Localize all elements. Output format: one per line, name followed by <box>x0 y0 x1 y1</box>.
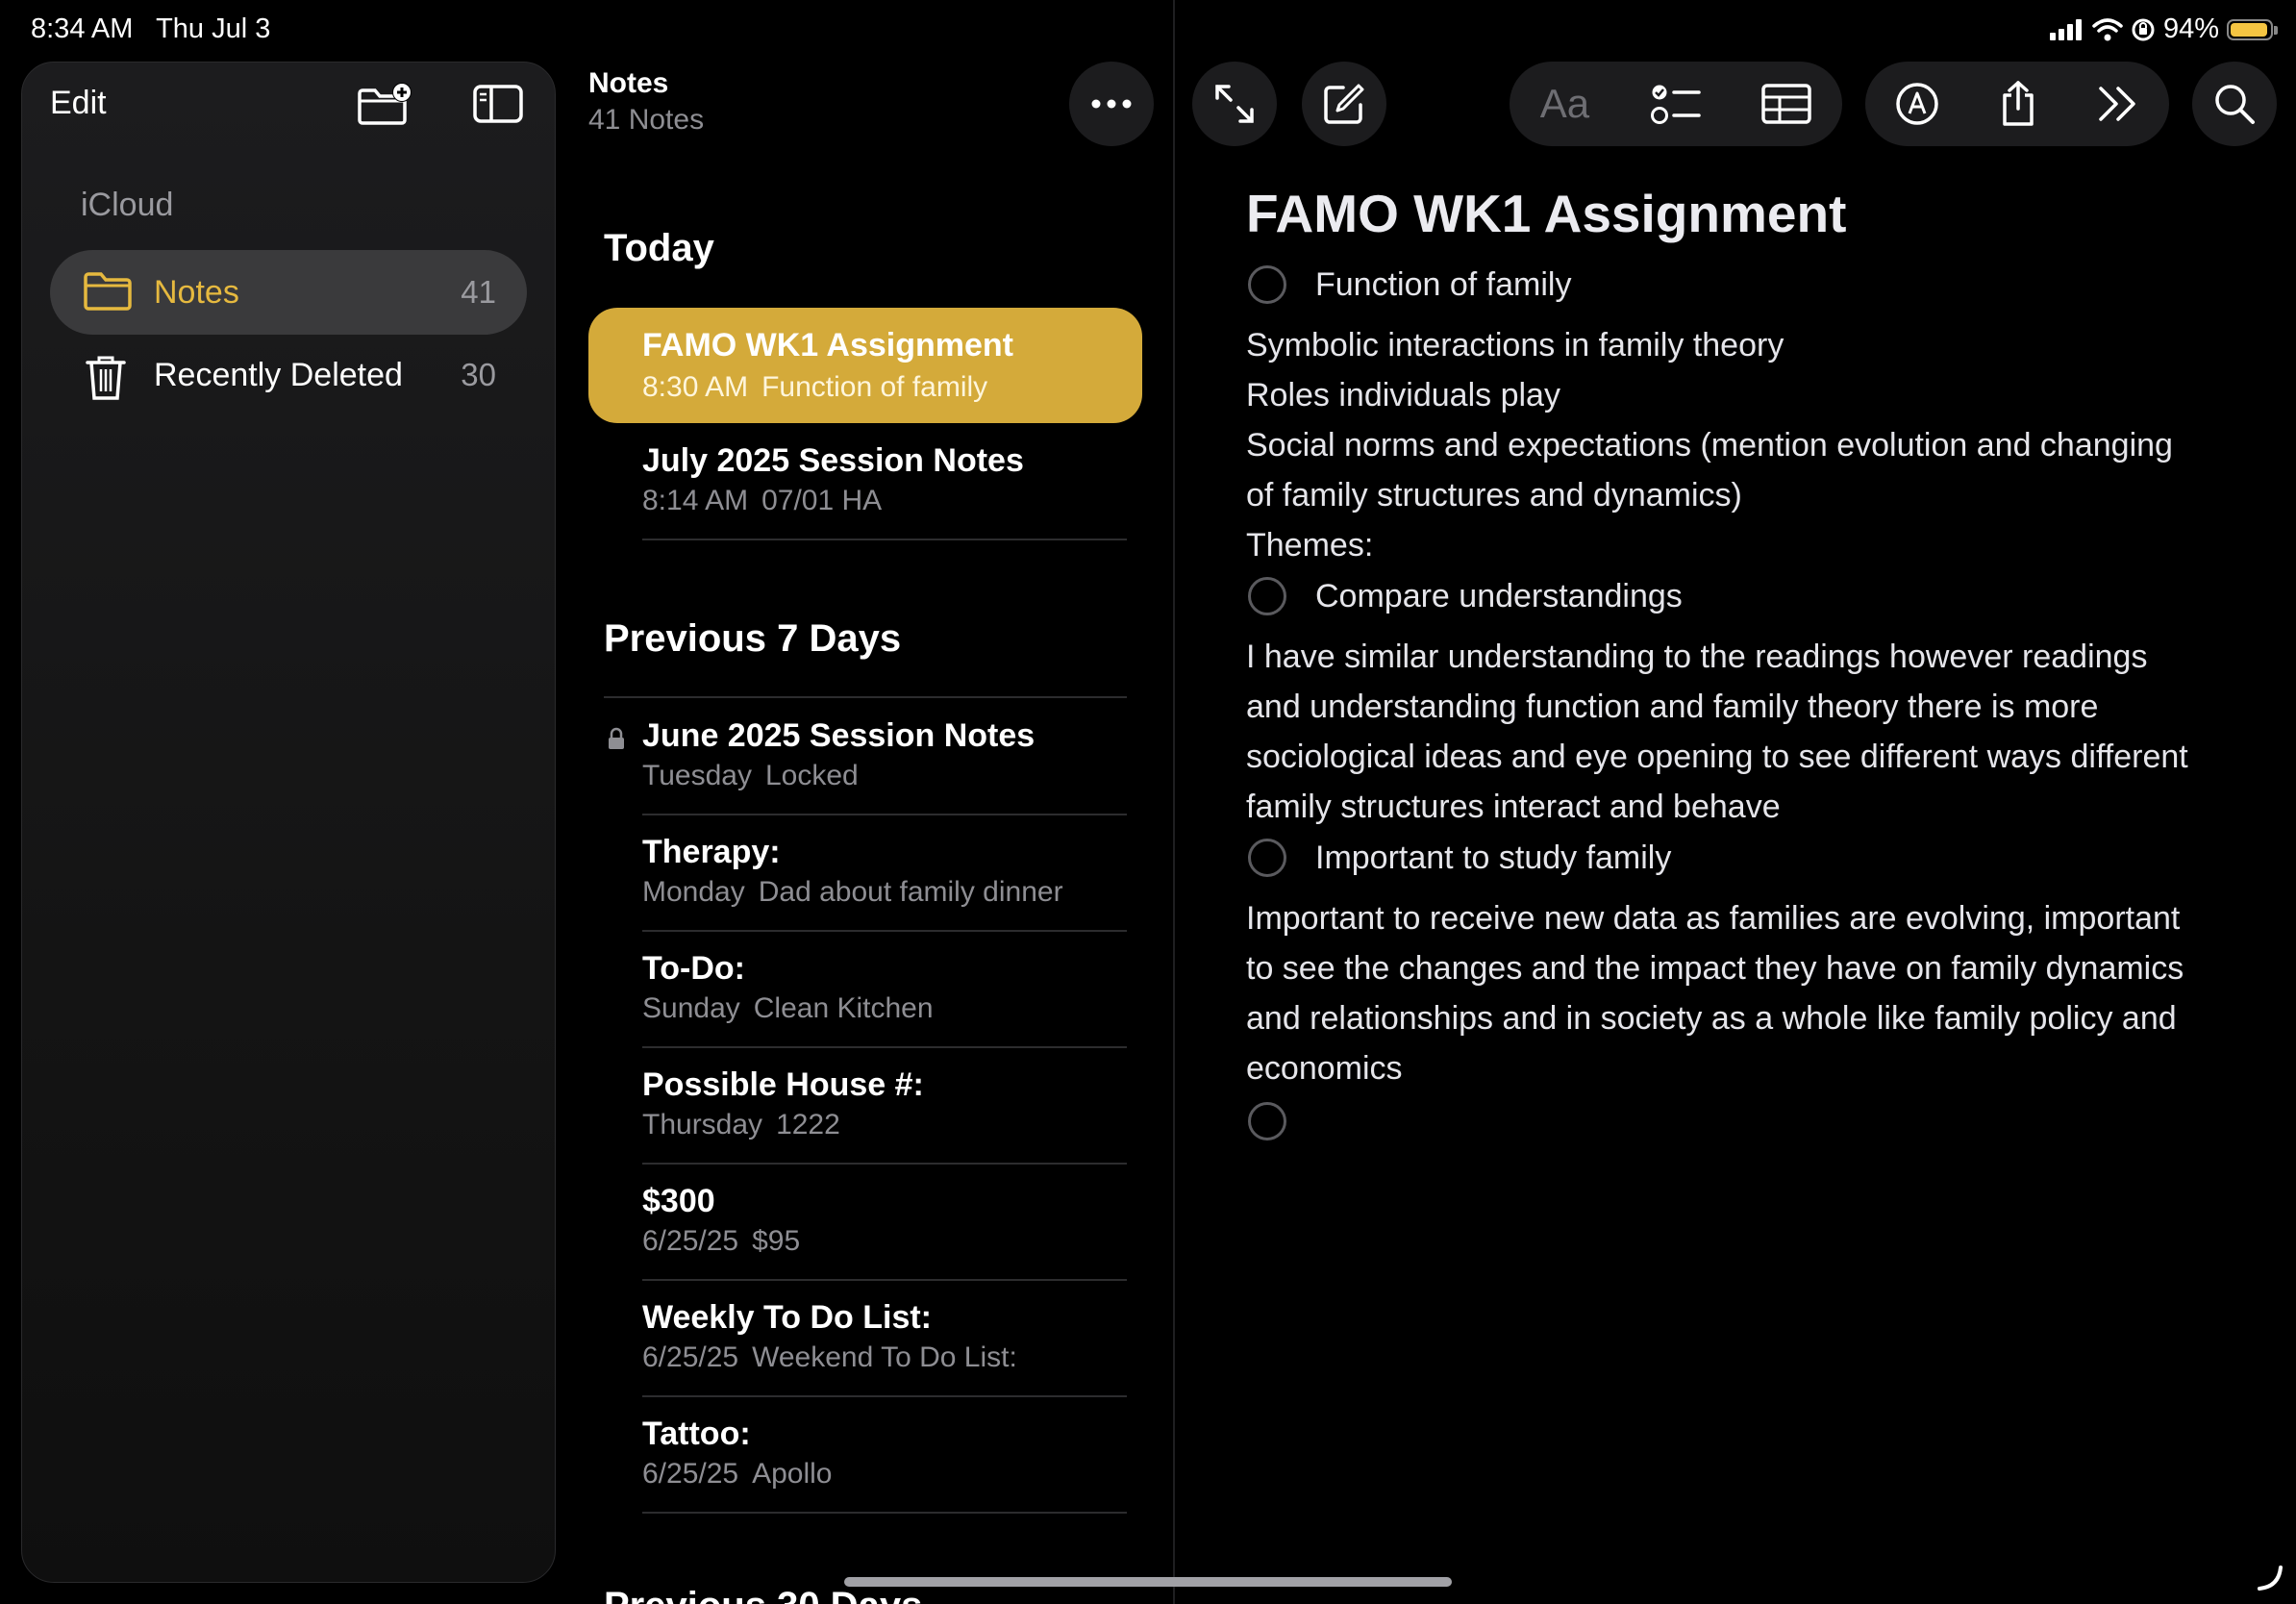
signal-icon <box>2049 18 2082 40</box>
note-paragraph[interactable]: Themes: <box>1246 520 2208 570</box>
toggle-sidebar-button[interactable] <box>467 73 529 135</box>
new-folder-button[interactable] <box>354 73 415 135</box>
double-chevron-right-icon[interactable] <box>2097 85 2139 123</box>
table-icon[interactable] <box>1761 84 1811 124</box>
markup-pen-icon[interactable] <box>1895 82 1939 126</box>
note-item[interactable]: To-Do: Sunday Clean Kitchen <box>642 933 1127 1048</box>
expand-arrows-icon <box>1215 85 1254 123</box>
note-preview: Thursday 1222 <box>642 1109 840 1140</box>
folder-icon <box>84 272 132 311</box>
note-item[interactable]: Tattoo: 6/25/25 Apollo <box>642 1398 1127 1514</box>
note-preview: 8:30 AM Function of family <box>642 371 988 403</box>
note-preview: 6/25/25 $95 <box>642 1225 801 1257</box>
note-title: To-Do: <box>642 950 745 987</box>
column-divider <box>1173 0 1175 1604</box>
format-toolbar-group: Aa <box>1510 62 1842 146</box>
status-bar-time: 8:34 AM Thu Jul 3 <box>31 13 270 45</box>
sidebar-item-recently-deleted[interactable]: Recently Deleted 30 <box>50 335 527 419</box>
share-icon[interactable] <box>1999 80 2037 128</box>
account-header: iCloud <box>81 187 174 223</box>
note-title: Weekly To Do List: <box>642 1299 933 1336</box>
section-header-today: Today <box>604 227 714 269</box>
note-preview: 6/25/25 Weekend To Do List: <box>642 1341 1017 1373</box>
note-preview: 8:14 AM 07/01 HA <box>642 485 883 516</box>
note-paragraph[interactable]: Roles individuals play <box>1246 370 2208 420</box>
checkbox-circle[interactable] <box>1248 1102 1286 1140</box>
resize-corner-icon[interactable] <box>2256 1564 2284 1592</box>
note-paragraph[interactable]: I have similar understanding to the read… <box>1246 632 2208 832</box>
note-title-heading[interactable]: FAMO WK1 Assignment <box>1246 183 1846 244</box>
new-folder-icon <box>358 83 412 125</box>
list-subtitle: 41 Notes <box>588 104 705 136</box>
checklist-item-empty[interactable] <box>1248 1102 1315 1140</box>
note-title: June 2025 Session Notes <box>642 717 1036 754</box>
sidebar-item-notes[interactable]: Notes 41 <box>50 250 527 335</box>
section-divider <box>604 696 1127 698</box>
note-item-locked[interactable]: June 2025 Session Notes Tuesday Locked <box>609 700 1127 815</box>
note-preview: Monday Dad about family dinner <box>642 876 1063 908</box>
checklist-item[interactable]: Compare understandings <box>1248 577 1683 615</box>
lock-icon <box>609 727 624 749</box>
note-item[interactable]: $300 6/25/25 $95 <box>642 1165 1127 1281</box>
section-header-previous-7-days: Previous 7 Days <box>604 617 902 660</box>
status-time: 8:34 AM <box>31 13 134 44</box>
note-title: Therapy: <box>642 834 781 870</box>
checklist-item-text: Function of family <box>1315 265 1572 303</box>
compose-button[interactable] <box>1302 62 1386 146</box>
checklist-icon[interactable] <box>1650 83 1701 125</box>
status-bar-indicators: 94% <box>2049 13 2278 45</box>
sidebar-icon <box>473 85 523 123</box>
battery-percentage: 94% <box>2162 13 2219 44</box>
sidebar-item-count: 41 <box>461 274 496 310</box>
format-text-button[interactable]: Aa <box>1540 81 1589 127</box>
checklist-item-text: Compare understandings <box>1315 577 1683 614</box>
checklist-item-text: Important to study family <box>1315 839 1672 876</box>
expand-button[interactable] <box>1192 62 1277 146</box>
note-item[interactable]: Possible House #: Thursday 1222 <box>642 1049 1127 1165</box>
sidebar-item-label: Recently Deleted <box>154 357 403 393</box>
note-preview: Sunday Clean Kitchen <box>642 992 934 1024</box>
note-item[interactable]: Weekly To Do List: 6/25/25 Weekend To Do … <box>642 1282 1127 1397</box>
note-preview: 6/25/25 Apollo <box>642 1458 833 1490</box>
checkbox-circle[interactable] <box>1248 839 1286 877</box>
checkbox-circle[interactable] <box>1248 577 1286 615</box>
note-paragraph[interactable]: Symbolic interactions in family theory <box>1246 320 2208 370</box>
note-paragraph[interactable]: Social norms and expectations (mention e… <box>1246 420 2208 520</box>
note-title: Possible House #: <box>642 1066 924 1103</box>
wifi-icon <box>2092 17 2123 40</box>
note-item-selected[interactable]: FAMO WK1 Assignment 8:30 AM Function of f… <box>588 308 1142 423</box>
sidebar-item-label: Notes <box>154 274 239 311</box>
ellipsis-icon <box>1091 99 1132 109</box>
home-indicator[interactable] <box>844 1577 1452 1587</box>
note-title: FAMO WK1 Assignment <box>642 327 1013 363</box>
battery-icon <box>2227 18 2278 40</box>
note-paragraph[interactable]: Important to receive new data as familie… <box>1246 893 2208 1093</box>
edit-button[interactable]: Edit <box>50 85 107 122</box>
note-title: $300 <box>642 1183 715 1219</box>
orientation-lock-icon <box>2132 18 2155 40</box>
trash-icon <box>86 356 126 400</box>
note-preview: Tuesday Locked <box>642 760 859 791</box>
section-header-previous-30-days: Previous 30 Days <box>604 1585 922 1604</box>
actions-toolbar-group <box>1865 62 2169 146</box>
checkbox-circle[interactable] <box>1248 265 1286 304</box>
note-item[interactable]: July 2025 Session Notes 8:14 AM 07/01 HA <box>642 425 1127 540</box>
checklist-item[interactable]: Important to study family <box>1248 839 1671 877</box>
checklist-item[interactable]: Function of family <box>1248 265 1571 304</box>
note-title: July 2025 Session Notes <box>642 442 1024 479</box>
sidebar-item-count: 30 <box>461 357 496 392</box>
list-title: Notes <box>588 67 669 99</box>
status-date: Thu Jul 3 <box>156 13 271 44</box>
compose-icon <box>1324 84 1364 124</box>
note-title: Tattoo: <box>642 1416 751 1452</box>
note-item[interactable]: Therapy: Monday Dad about family dinner <box>642 816 1127 932</box>
search-icon <box>2215 85 2255 124</box>
search-button[interactable] <box>2192 62 2277 146</box>
more-options-button[interactable] <box>1069 62 1154 146</box>
